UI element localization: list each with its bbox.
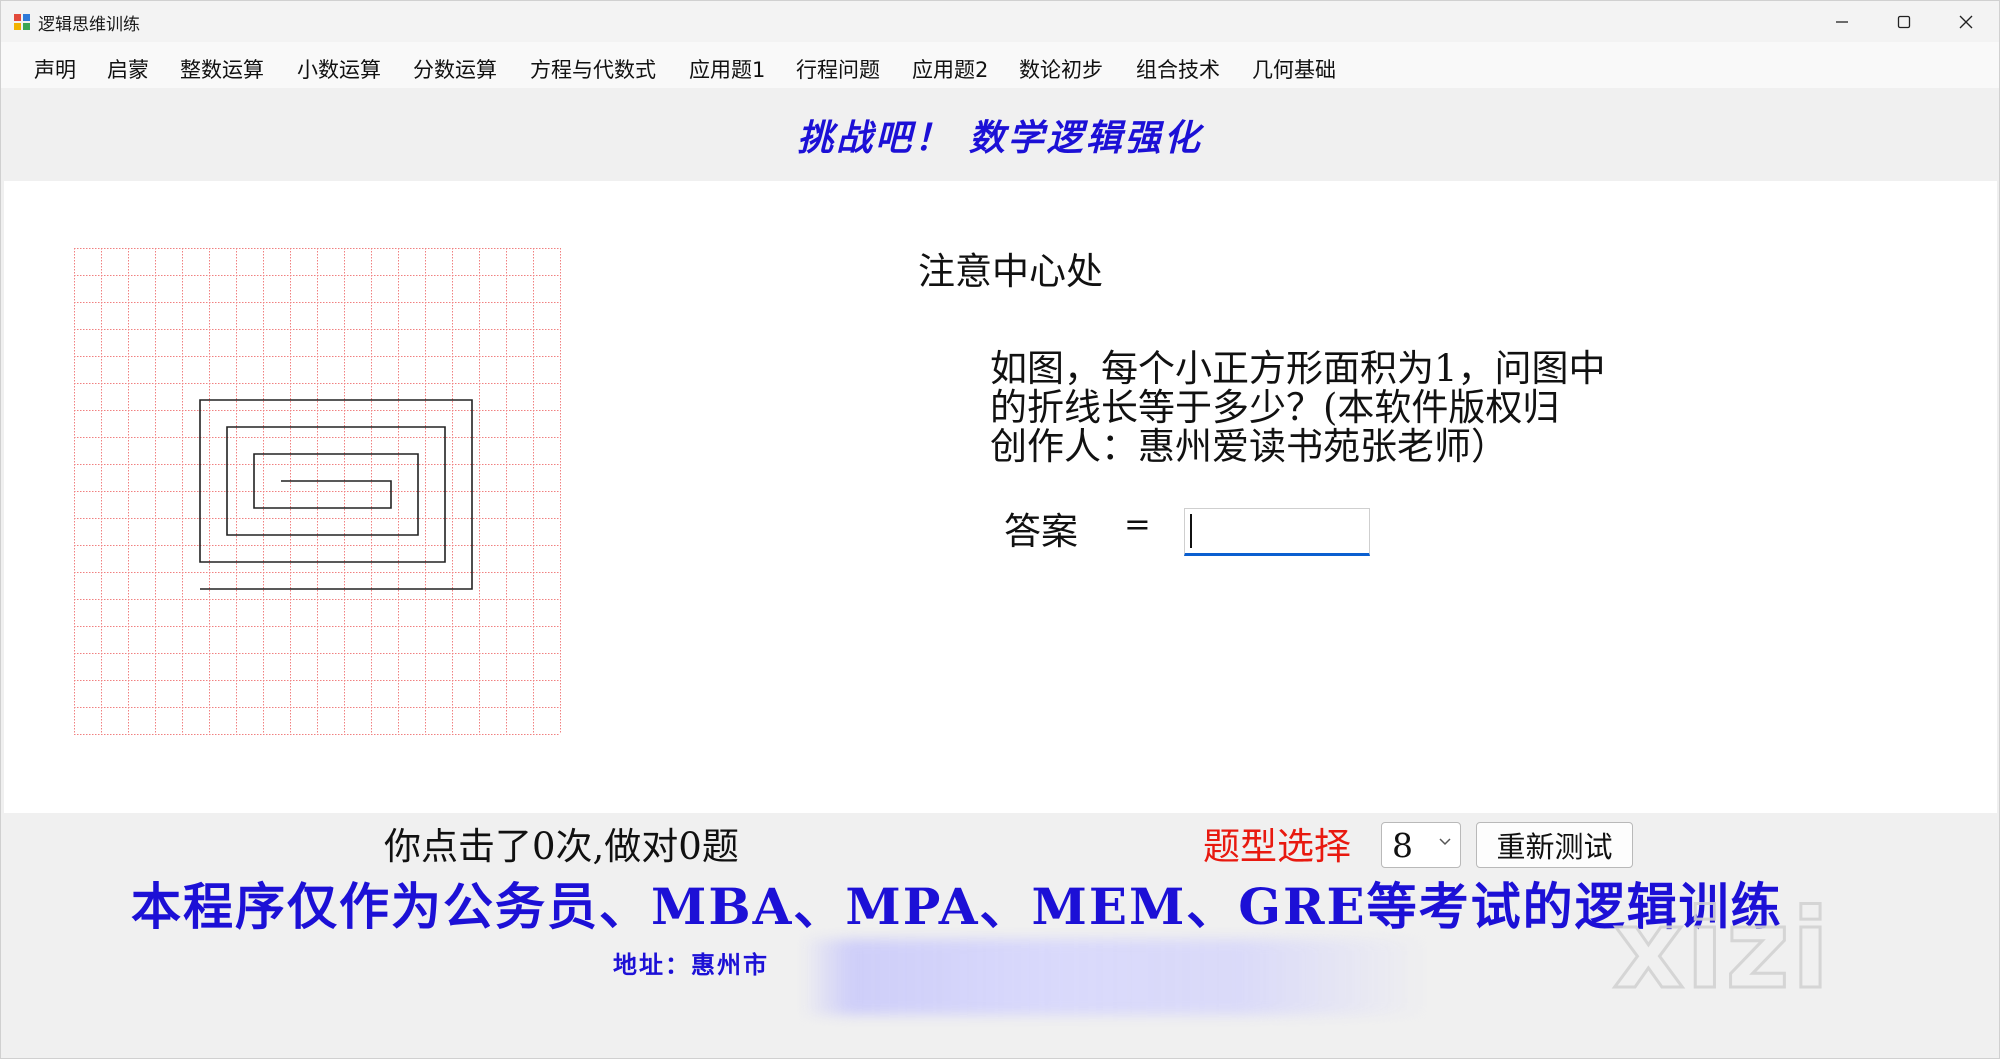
close-icon bbox=[1959, 15, 1973, 28]
app-window: 逻辑思维训练 声明 启蒙 整数运算 小数运算 分数运算 方程与代数式 应用题1 … bbox=[0, 0, 2000, 1059]
question-panel: 注意中心处 如图，每个小正方形面积为1，问图中 的折线长等于多少？(本软件版权归… bbox=[4, 181, 1997, 813]
menu-number-theory[interactable]: 数论初步 bbox=[1019, 54, 1103, 84]
question-line: 创作人：惠州爱读书苑张老师） bbox=[990, 425, 1508, 468]
hint-text: 注意中心处 bbox=[918, 250, 1103, 293]
menu-bar: 声明 启蒙 整数运算 小数运算 分数运算 方程与代数式 应用题1 行程问题 应用… bbox=[1, 42, 1999, 88]
question-text: 如图，每个小正方形面积为1，问图中 的折线长等于多少？(本软件版权归 创作人：惠… bbox=[990, 349, 1670, 466]
answer-label: 答案 bbox=[1004, 510, 1078, 553]
spiral-polyline bbox=[199, 399, 473, 590]
question-type-select[interactable]: 8 bbox=[1381, 822, 1461, 868]
menu-enlightenment[interactable]: 启蒙 bbox=[107, 54, 149, 84]
chevron-down-icon bbox=[1439, 838, 1451, 846]
close-button[interactable] bbox=[1935, 1, 1997, 42]
retest-button[interactable]: 重新测试 bbox=[1476, 822, 1633, 868]
menu-word-problems-1[interactable]: 应用题1 bbox=[689, 54, 765, 84]
window-title: 逻辑思维训练 bbox=[38, 15, 140, 35]
menu-statement[interactable]: 声明 bbox=[34, 54, 76, 84]
header-banner: 挑战吧！ 数学逻辑强化 bbox=[797, 117, 1203, 159]
app-icon bbox=[14, 14, 30, 30]
question-type-label: 题型选择 bbox=[1203, 825, 1351, 868]
menu-combinatorics[interactable]: 组合技术 bbox=[1136, 54, 1220, 84]
menu-integer-ops[interactable]: 整数运算 bbox=[180, 54, 264, 84]
menu-word-problems-2[interactable]: 应用题2 bbox=[912, 54, 988, 84]
question-line: 如图，每个小正方形面积为1，问图中 bbox=[990, 347, 1606, 390]
minimize-icon bbox=[1836, 20, 1848, 23]
footer-banner: 本程序仅作为公务员、MBA、MPA、MEM、GRE等考试的逻辑训练 bbox=[131, 877, 1783, 936]
answer-input[interactable] bbox=[1184, 508, 1370, 556]
equals-sign: = bbox=[1124, 505, 1151, 543]
watermark-logo: xizi bbox=[1611, 884, 1832, 1015]
question-type-value: 8 bbox=[1392, 826, 1413, 865]
grid-lines bbox=[74, 248, 561, 735]
spiral-grid-figure bbox=[74, 248, 561, 735]
menu-equations[interactable]: 方程与代数式 bbox=[530, 54, 656, 84]
menu-decimal-ops[interactable]: 小数运算 bbox=[297, 54, 381, 84]
address-blur-mask bbox=[801, 939, 1429, 1015]
menu-fraction-ops[interactable]: 分数运算 bbox=[413, 54, 497, 84]
menu-geometry[interactable]: 几何基础 bbox=[1252, 54, 1336, 84]
question-line: 的折线长等于多少？(本软件版权归 bbox=[990, 386, 1560, 429]
address-text: 地址：惠州市 bbox=[613, 950, 769, 979]
title-bar[interactable]: 逻辑思维训练 bbox=[1, 1, 1999, 42]
maximize-button[interactable] bbox=[1873, 1, 1935, 42]
minimize-button[interactable] bbox=[1811, 1, 1873, 42]
click-count-status: 你点击了0次,做对0题 bbox=[384, 825, 739, 868]
maximize-icon bbox=[1897, 15, 1911, 28]
menu-travel-problems[interactable]: 行程问题 bbox=[796, 54, 880, 84]
text-caret bbox=[1190, 514, 1192, 548]
